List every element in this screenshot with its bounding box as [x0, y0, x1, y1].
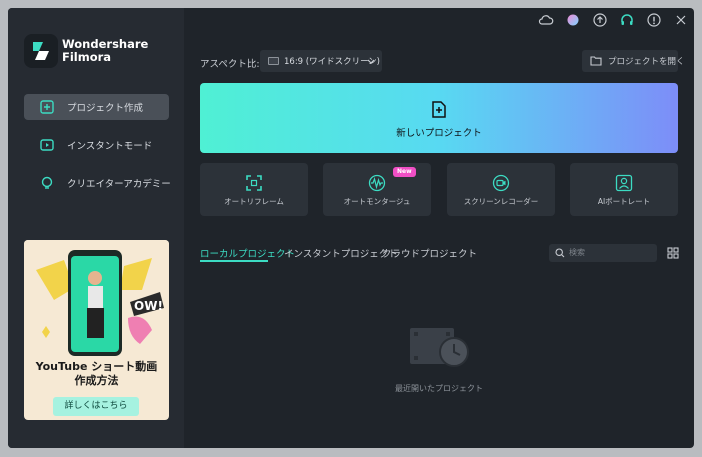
- plus-square-icon: [40, 100, 54, 114]
- tab-instant-projects[interactable]: インスタントプロジェクト: [284, 246, 398, 260]
- screen-recorder-icon: [492, 174, 510, 192]
- recent-projects-label: 最近開いたプロジェクト: [395, 384, 483, 393]
- tile-label: スクリーンレコーダー: [463, 197, 539, 206]
- folder-icon: [590, 56, 602, 66]
- open-project-label: プロジェクトを開く: [608, 57, 685, 67]
- headset-icon[interactable]: [619, 12, 635, 28]
- grid-view-icon[interactable]: [666, 246, 680, 260]
- sidebar-item-instant-mode[interactable]: インスタントモード: [24, 132, 169, 158]
- aspect-ratio-select[interactable]: 16:9 (ワイドスクリーン): [260, 50, 382, 72]
- tile-label: オートリフレーム: [224, 197, 284, 206]
- tile-auto-montage[interactable]: New オートモンタージュ: [323, 163, 431, 216]
- search-input[interactable]: 検索: [549, 244, 657, 262]
- brand-line2: Filmora: [62, 50, 112, 64]
- brand-name: Wondershare Filmora: [62, 38, 148, 64]
- promo-title: YouTube ショート動画 作成方法: [24, 360, 169, 388]
- promo-illustration: OW!: [24, 240, 169, 358]
- montage-icon: [368, 174, 386, 192]
- search-icon: [555, 248, 565, 258]
- sidebar-item-label: インスタントモード: [67, 141, 153, 152]
- bulb-icon: [41, 176, 53, 189]
- upload-icon[interactable]: [592, 12, 608, 28]
- chevron-down-icon: [367, 59, 375, 64]
- instant-icon: [40, 139, 54, 151]
- info-icon[interactable]: [646, 12, 662, 28]
- aspect-ratio-label: アスペクト比:: [200, 59, 260, 70]
- close-icon[interactable]: [673, 12, 689, 28]
- filmora-logo: [24, 34, 58, 68]
- tile-auto-reframe[interactable]: オートリフレーム: [200, 163, 308, 216]
- promo-title-line1: YouTube ショート動画: [35, 360, 158, 373]
- tab-cloud-projects[interactable]: クラウドプロジェクト: [382, 246, 477, 260]
- tile-ai-portrait[interactable]: AIポートレート: [570, 163, 678, 216]
- avatar-icon[interactable]: [565, 12, 581, 28]
- new-project-button[interactable]: 新しいプロジェクト: [200, 83, 678, 153]
- tile-label: AIポートレート: [597, 197, 651, 206]
- sidebar-item-creator-academy[interactable]: クリエイターアカデミー: [24, 170, 171, 196]
- screen-icon: [268, 57, 279, 65]
- tile-screen-recorder[interactable]: スクリーンレコーダー: [447, 163, 555, 216]
- active-tab-indicator: [200, 260, 268, 262]
- new-badge: New: [393, 167, 416, 177]
- reframe-icon: [246, 175, 262, 191]
- portrait-icon: [615, 174, 633, 192]
- tab-local-projects[interactable]: ローカルプロジェクト: [200, 246, 295, 260]
- sidebar-item-label: クリエイターアカデミー: [67, 179, 171, 190]
- app-window: Wondershare Filmora プロジェクト作成 インスタントモード ク…: [8, 8, 694, 448]
- promo-title-line2: 作成方法: [74, 374, 119, 387]
- main-area: アスペクト比: 16:9 (ワイドスクリーン) プロジェクトを開く 新しいプロジ…: [184, 8, 694, 448]
- svg-text:OW!: OW!: [134, 299, 163, 313]
- new-file-icon: [432, 101, 446, 118]
- recent-projects-empty-icon: [410, 328, 469, 367]
- tile-label: オートモンタージュ: [343, 197, 411, 206]
- open-project-button[interactable]: プロジェクトを開く: [582, 50, 685, 72]
- learn-more-button[interactable]: 詳しくはこちら: [53, 397, 139, 416]
- sidebar-item-create-project[interactable]: プロジェクト作成: [24, 94, 169, 120]
- promo-banner[interactable]: OW! YouTube ショート動画 作成方法 詳しくはこちら: [24, 240, 169, 420]
- sidebar-item-label: プロジェクト作成: [67, 103, 144, 114]
- search-placeholder: 検索: [569, 248, 585, 257]
- new-project-label: 新しいプロジェクト: [396, 128, 482, 139]
- cloud-icon[interactable]: [538, 12, 554, 28]
- sidebar: Wondershare Filmora プロジェクト作成 インスタントモード ク…: [8, 8, 184, 448]
